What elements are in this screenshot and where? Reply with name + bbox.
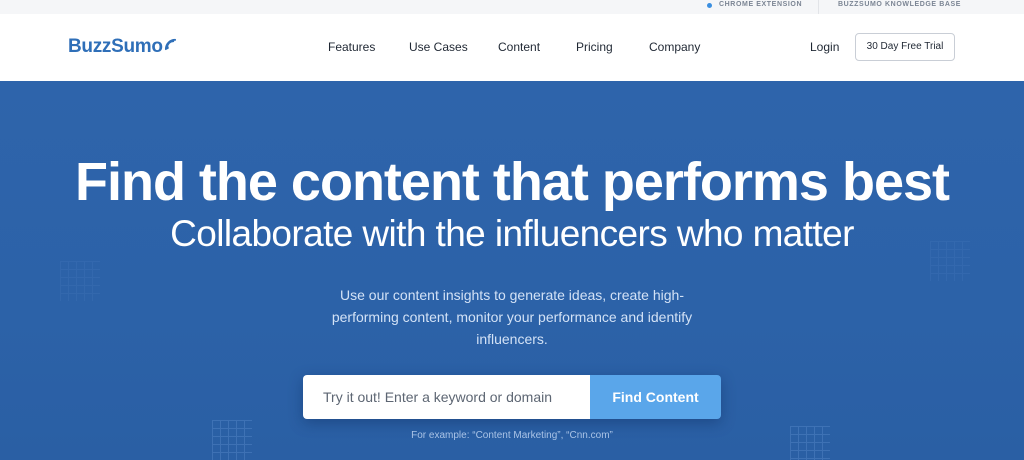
find-content-button[interactable]: Find Content <box>590 375 721 419</box>
chrome-extension-link[interactable]: Chrome Extension <box>719 0 802 10</box>
logo[interactable]: BuzzSumo <box>68 34 177 60</box>
nav-pricing[interactable]: Pricing <box>576 40 613 54</box>
hero-headline: Find the content that performs best <box>74 152 950 212</box>
utility-bar: Chrome Extension BuzzSumo Knowledge Base <box>0 0 1024 14</box>
search-input[interactable] <box>303 375 590 419</box>
knowledge-base-link[interactable]: BuzzSumo Knowledge Base <box>838 0 961 10</box>
wifi-signal-icon <box>164 38 176 50</box>
main-navigation: BuzzSumo Features Use Cases Content Pric… <box>0 14 1024 81</box>
free-trial-button[interactable]: 30 Day Free Trial <box>855 33 955 61</box>
divider <box>818 0 819 14</box>
status-dot-icon <box>707 3 712 8</box>
search-form: Find Content <box>303 375 721 419</box>
hero-section: Find the content that performs best Coll… <box>0 81 1024 460</box>
grid-decoration <box>60 261 100 301</box>
search-example-hint: For example: “Content Marketing”, “Cnn.c… <box>411 430 613 441</box>
nav-features[interactable]: Features <box>328 40 375 54</box>
nav-content[interactable]: Content <box>498 40 540 54</box>
nav-use-cases[interactable]: Use Cases <box>409 40 468 54</box>
hero-subheadline: Collaborate with the influencers who mat… <box>170 213 854 254</box>
nav-company[interactable]: Company <box>649 40 700 54</box>
hero-description: Use our content insights to generate ide… <box>331 287 693 347</box>
logo-text: BuzzSumo <box>68 36 163 57</box>
login-link[interactable]: Login <box>810 40 839 54</box>
